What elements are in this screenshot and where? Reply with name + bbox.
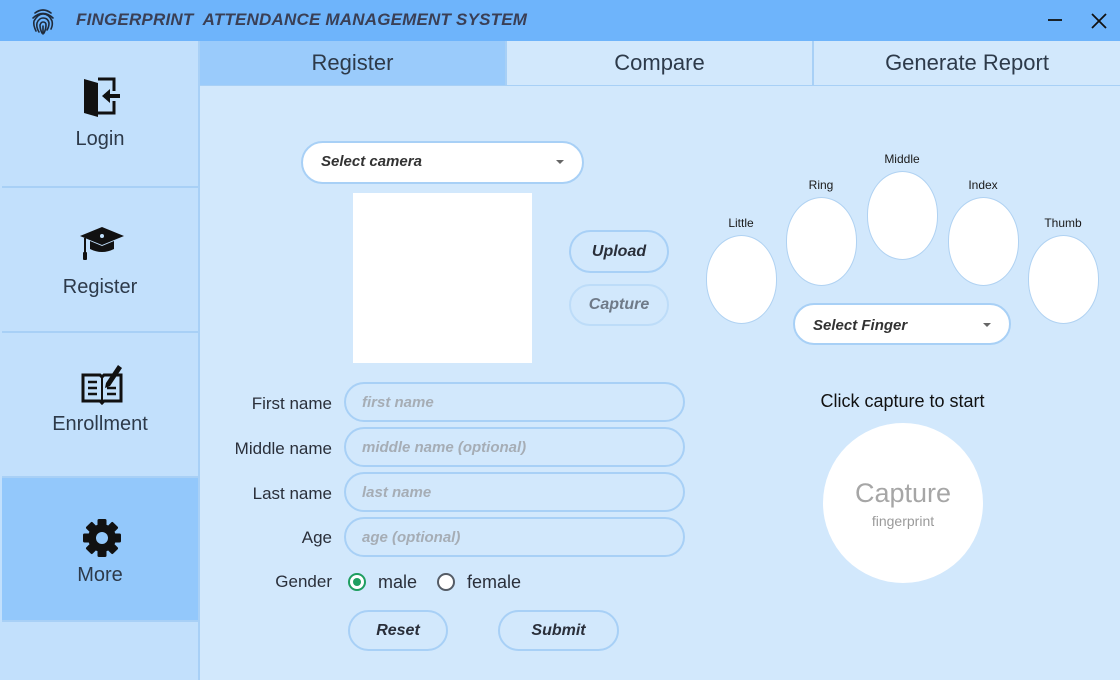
- finger-select-value: Select Finger: [813, 317, 908, 334]
- tab-generate-report[interactable]: Generate Report: [814, 41, 1120, 85]
- chevron-down-icon: [983, 323, 991, 327]
- gender-radio-male[interactable]: [348, 573, 366, 591]
- first-name-input[interactable]: [344, 382, 685, 422]
- age-input[interactable]: [344, 517, 685, 557]
- gender-label: Gender: [275, 572, 332, 591]
- sidebar-item-label: Login: [75, 128, 125, 150]
- login-door-icon: [84, 77, 120, 117]
- finger-select[interactable]: Select Finger: [793, 303, 1011, 345]
- sidebar-item-label: Enrollment: [52, 413, 148, 435]
- last-name-input[interactable]: [344, 472, 685, 512]
- last-name-label: Last name: [252, 484, 332, 503]
- tab-register[interactable]: Register: [200, 41, 507, 85]
- middle-name-input[interactable]: [344, 427, 685, 467]
- capture-circle-subtitle: fingerprint: [871, 513, 935, 529]
- sidebar-item-label: Register: [62, 276, 138, 298]
- submit-button[interactable]: Submit: [498, 610, 619, 651]
- minimize-icon[interactable]: [1040, 6, 1070, 36]
- tab-bar: Register Compare Generate Report: [200, 41, 1120, 86]
- finger-label-index: Index: [968, 178, 998, 192]
- gear-icon: [83, 519, 121, 557]
- finger-slot-ring[interactable]: [786, 197, 857, 286]
- tab-compare[interactable]: Compare: [507, 41, 814, 85]
- graduation-cap-icon: [80, 227, 124, 260]
- capture-hint: Click capture to start: [820, 391, 985, 411]
- chevron-down-icon: [556, 160, 564, 164]
- app-title: FINGERPRINT ATTENDANCE MANAGEMENT SYSTEM: [76, 10, 528, 29]
- finger-slot-middle[interactable]: [867, 171, 938, 260]
- book-pencil-icon: [81, 365, 123, 405]
- finger-label-middle: Middle: [884, 152, 920, 166]
- sidebar-item-label: More: [77, 564, 123, 586]
- upload-button[interactable]: Upload: [569, 230, 669, 273]
- reset-button[interactable]: Reset: [348, 610, 448, 651]
- finger-label-little: Little: [728, 216, 754, 230]
- finger-slot-little[interactable]: [706, 235, 777, 324]
- sidebar-item-enrollment[interactable]: Enrollment: [2, 333, 198, 478]
- close-icon[interactable]: [1084, 6, 1114, 36]
- finger-label-ring: Ring: [808, 178, 834, 192]
- gender-option-label: female: [467, 572, 522, 592]
- gender-option-label: male: [378, 572, 418, 592]
- finger-slot-thumb[interactable]: [1028, 235, 1099, 324]
- camera-preview: [353, 193, 532, 363]
- sidebar-item-register[interactable]: Register: [2, 188, 198, 333]
- finger-slot-index[interactable]: [948, 197, 1019, 286]
- capture-circle-title: Capture: [854, 478, 952, 508]
- title-bar: FINGERPRINT ATTENDANCE MANAGEMENT SYSTEM: [0, 0, 1120, 41]
- finger-label-thumb: Thumb: [1044, 216, 1082, 230]
- camera-select-value: Select camera: [321, 153, 422, 170]
- capture-photo-button[interactable]: Capture: [569, 284, 669, 326]
- first-name-label: First name: [251, 394, 332, 413]
- sidebar: Login Register Enrollment More: [0, 41, 200, 680]
- camera-select[interactable]: Select camera: [301, 141, 584, 184]
- age-label: Age: [301, 528, 332, 547]
- sidebar-item-more[interactable]: More: [2, 478, 198, 622]
- fingerprint-icon: [32, 9, 54, 35]
- middle-name-label: Middle name: [234, 439, 332, 458]
- capture-fingerprint-button[interactable]: Capture fingerprint: [823, 423, 983, 583]
- gender-radio-female[interactable]: [437, 573, 455, 591]
- sidebar-item-login[interactable]: Login: [2, 43, 198, 188]
